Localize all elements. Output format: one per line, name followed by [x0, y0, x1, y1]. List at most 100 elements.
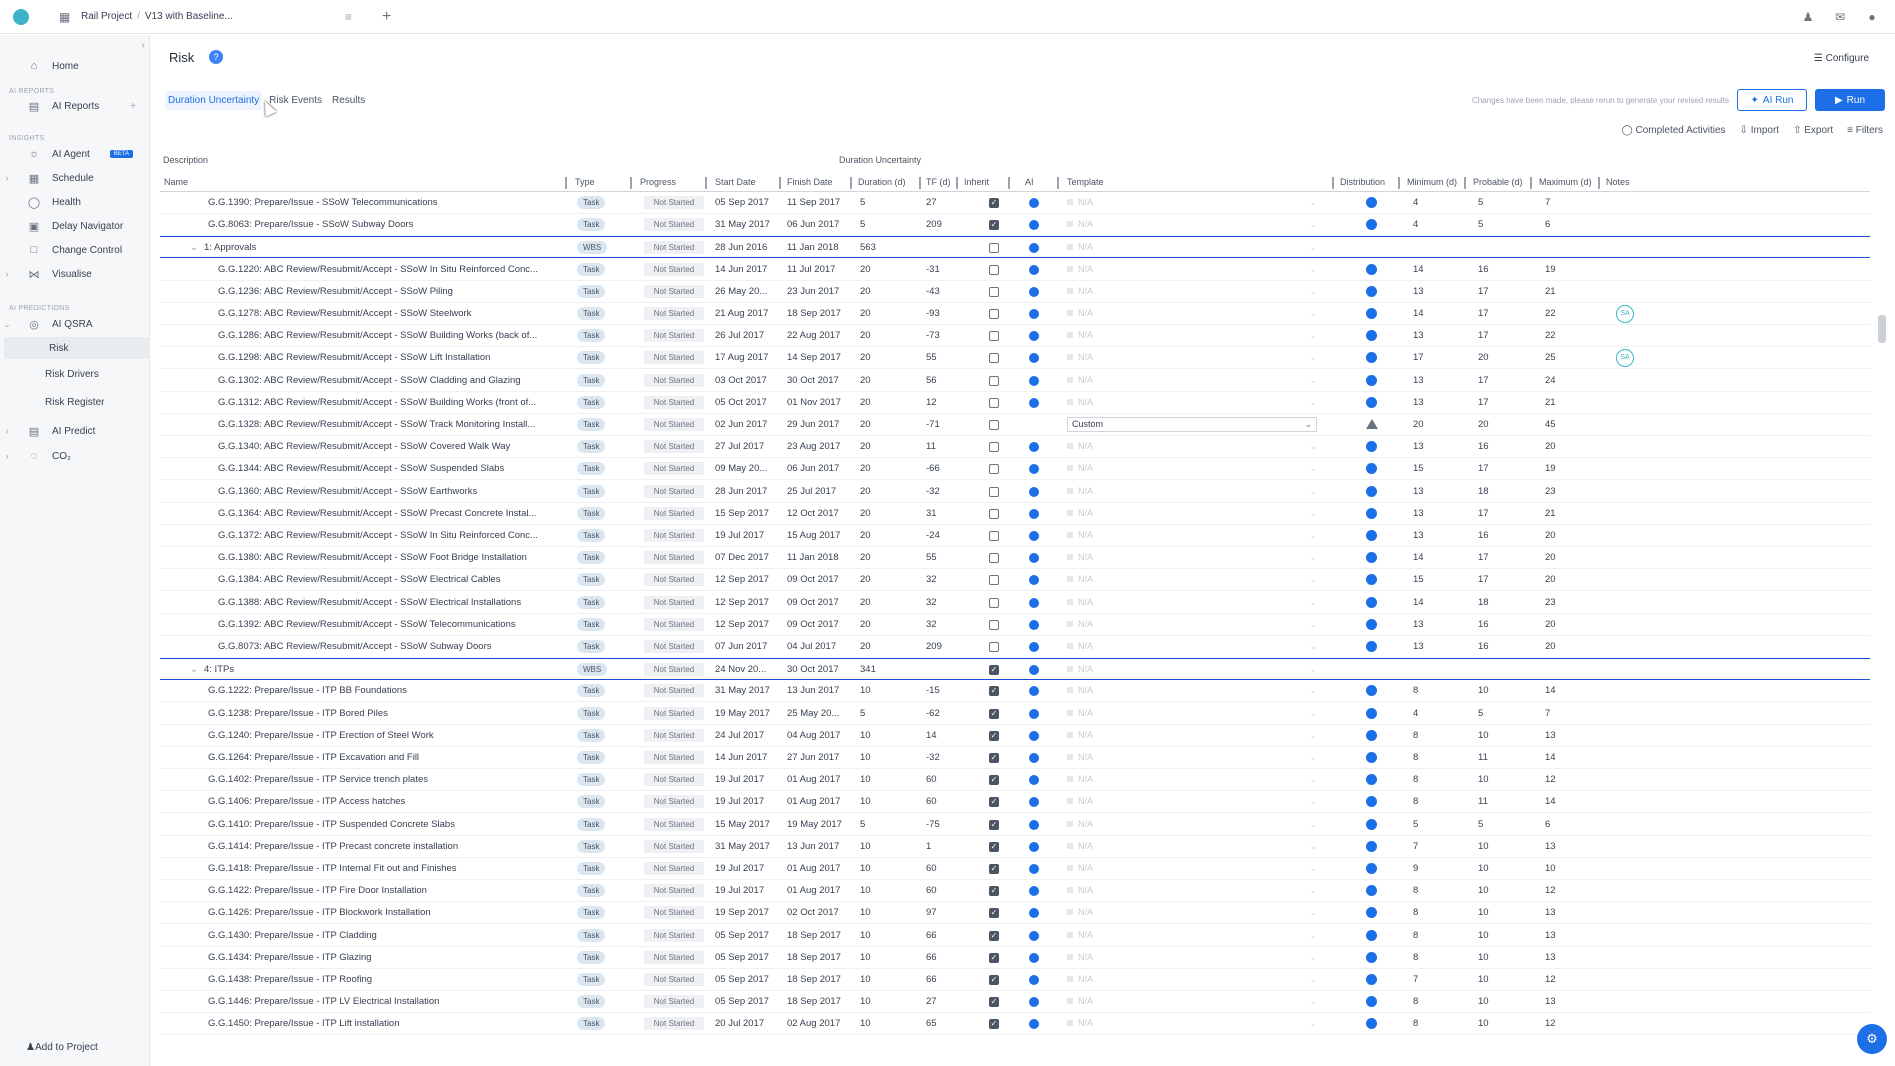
template-select[interactable]: Custom ⌄	[1067, 417, 1317, 432]
template-select[interactable]: N/A ⌄	[1067, 308, 1317, 318]
template-select[interactable]: N/A ⌄	[1067, 330, 1317, 340]
breadcrumb-project[interactable]: Rail Project	[81, 11, 132, 22]
inherit-checkbox[interactable]: ✓	[989, 952, 999, 963]
ai-toggle-icon[interactable]	[1029, 243, 1039, 254]
sidebar-item-delay-navigator[interactable]: ▣ Delay Navigator	[0, 215, 150, 237]
ai-toggle-icon[interactable]	[1029, 908, 1039, 919]
col-type[interactable]: Type	[575, 177, 595, 187]
template-select[interactable]: N/A ⌄	[1067, 863, 1317, 873]
inherit-checkbox[interactable]	[989, 264, 999, 275]
inherit-checkbox[interactable]: ✓	[989, 997, 999, 1008]
scrollbar-thumb[interactable]	[1878, 315, 1886, 343]
ai-toggle-icon[interactable]	[1029, 331, 1039, 342]
inherit-checkbox[interactable]: ✓	[989, 975, 999, 985]
template-select[interactable]: N/A ⌄	[1067, 375, 1317, 385]
template-select[interactable]: N/A ⌄	[1067, 463, 1317, 473]
distribution-icon[interactable]	[1366, 441, 1377, 453]
column-resize-handle[interactable]	[1398, 177, 1400, 189]
inherit-checkbox[interactable]: ✓	[989, 908, 999, 919]
distribution-icon[interactable]	[1366, 840, 1377, 852]
sidebar-item-ai-predict[interactable]: › ▤ AI Predict	[0, 420, 150, 442]
col-duration[interactable]: Duration (d)	[858, 177, 906, 187]
template-select[interactable]: N/A ⌄	[1067, 219, 1317, 229]
table-row[interactable]: G.G.1422: Prepare/Issue - ITP Fire Door …	[160, 880, 1870, 903]
sidebar-item-schedule[interactable]: › ▦ Schedule	[0, 167, 150, 189]
chevron-right-icon[interactable]: ›	[0, 426, 14, 436]
inherit-checkbox[interactable]: ✓	[989, 686, 999, 697]
inherit-checkbox[interactable]: ✓	[989, 1019, 999, 1030]
ai-toggle-icon[interactable]	[1029, 198, 1039, 208]
sidebar-item-co2[interactable]: › ◌ CO₂	[0, 445, 150, 467]
table-row[interactable]: G.G.1298: ABC Review/Resubmit/Accept - S…	[160, 347, 1870, 370]
add-report-icon[interactable]: +	[130, 101, 136, 112]
breadcrumb-version[interactable]: V13 with Baseline...	[145, 11, 345, 22]
template-select[interactable]: N/A ⌄	[1067, 486, 1317, 496]
ai-toggle-icon[interactable]	[1029, 397, 1039, 408]
chevron-down-icon[interactable]: ⌄	[190, 242, 198, 253]
distribution-icon[interactable]	[1366, 951, 1377, 963]
template-select[interactable]: N/A ⌄	[1067, 242, 1317, 252]
distribution-icon[interactable]	[1366, 1018, 1377, 1030]
ai-toggle-icon[interactable]	[1029, 531, 1039, 541]
ai-toggle-icon[interactable]	[1029, 819, 1039, 830]
inherit-checkbox[interactable]: ✓	[989, 930, 999, 941]
template-select[interactable]: N/A ⌄	[1067, 1018, 1317, 1028]
ai-toggle-icon[interactable]	[1029, 375, 1039, 386]
column-resize-handle[interactable]	[1530, 177, 1532, 189]
inherit-checkbox[interactable]	[989, 397, 999, 408]
help-icon[interactable]: ?	[209, 50, 223, 64]
add-to-project-button[interactable]: ♟ Add to Project	[0, 1036, 150, 1058]
col-maximum[interactable]: Maximum (d)	[1539, 177, 1592, 187]
template-select[interactable]: N/A ⌄	[1067, 508, 1317, 518]
table-row[interactable]: G.G.8063: Prepare/Issue - SSoW Subway Do…	[160, 214, 1870, 237]
table-row[interactable]: G.G.1222: Prepare/Issue - ITP BB Foundat…	[160, 680, 1870, 703]
inherit-checkbox[interactable]	[989, 553, 999, 564]
sidebar-item-risk-drivers[interactable]: Risk Drivers	[0, 363, 150, 385]
table-row[interactable]: G.G.1430: Prepare/Issue - ITP Cladding Ta…	[160, 925, 1870, 947]
table-row[interactable]: G.G.1302: ABC Review/Resubmit/Accept - S…	[160, 370, 1870, 392]
template-select[interactable]: N/A ⌄	[1067, 930, 1317, 940]
table-row[interactable]: G.G.1450: Prepare/Issue - ITP Lift insta…	[160, 1013, 1870, 1036]
table-row[interactable]: G.G.1340: ABC Review/Resubmit/Accept - S…	[160, 436, 1870, 459]
filters-button[interactable]: ≡ Filters	[1847, 125, 1883, 136]
configure-button[interactable]: ☰ Configure	[1814, 53, 1869, 64]
ai-toggle-icon[interactable]	[1029, 575, 1039, 586]
template-select[interactable]: N/A ⌄	[1067, 907, 1317, 917]
chevron-right-icon[interactable]: ›	[0, 173, 14, 183]
inherit-checkbox[interactable]	[989, 464, 999, 475]
distribution-icon[interactable]	[1366, 285, 1377, 297]
distribution-icon[interactable]	[1366, 263, 1377, 275]
sidebar-item-change-control[interactable]: □ Change Control	[0, 239, 150, 261]
table-scrollbar[interactable]	[1878, 195, 1886, 1055]
inherit-checkbox[interactable]: ✓	[989, 819, 999, 830]
inherit-checkbox[interactable]	[989, 420, 999, 430]
table-row[interactable]: G.G.1392: ABC Review/Resubmit/Accept - S…	[160, 614, 1870, 636]
distribution-icon[interactable]	[1366, 330, 1377, 342]
ai-toggle-icon[interactable]	[1029, 864, 1039, 874]
menu-icon[interactable]: ≡	[345, 10, 352, 24]
col-minimum[interactable]: Minimum (d)	[1407, 177, 1457, 187]
distribution-icon[interactable]	[1366, 618, 1377, 630]
inherit-checkbox[interactable]: ✓	[989, 730, 999, 741]
sidebar-item-ai-agent[interactable]: ☼ AI Agent BETA	[0, 143, 150, 165]
distribution-icon[interactable]	[1366, 197, 1377, 208]
distribution-icon[interactable]	[1366, 974, 1377, 985]
wbs-group-row[interactable]: ⌄ 4: ITPs WBS Not Started 24 Nov 20... 30 Oct…	[160, 658, 1870, 681]
ai-run-button[interactable]: ✦ AI Run	[1737, 89, 1807, 111]
ai-toggle-icon[interactable]	[1029, 952, 1039, 963]
table-row[interactable]: G.G.1446: Prepare/Issue - ITP LV Electri…	[160, 991, 1870, 1014]
distribution-icon[interactable]	[1366, 485, 1377, 497]
inherit-checkbox[interactable]: ✓	[989, 220, 999, 231]
ai-toggle-icon[interactable]	[1029, 775, 1039, 786]
distribution-icon[interactable]	[1366, 463, 1377, 475]
triangular-distribution-icon[interactable]	[1366, 419, 1378, 429]
distribution-icon[interactable]	[1366, 774, 1377, 786]
table-row[interactable]: G.G.1384: ABC Review/Resubmit/Accept - S…	[160, 569, 1870, 592]
app-logo[interactable]	[13, 8, 29, 25]
ai-toggle-icon[interactable]	[1029, 286, 1039, 297]
column-resize-handle[interactable]	[1332, 177, 1334, 189]
ai-toggle-icon[interactable]	[1029, 841, 1039, 852]
note-badge[interactable]: SA	[1616, 305, 1634, 323]
distribution-icon[interactable]	[1366, 885, 1377, 897]
ai-toggle-icon[interactable]	[1029, 1019, 1039, 1030]
